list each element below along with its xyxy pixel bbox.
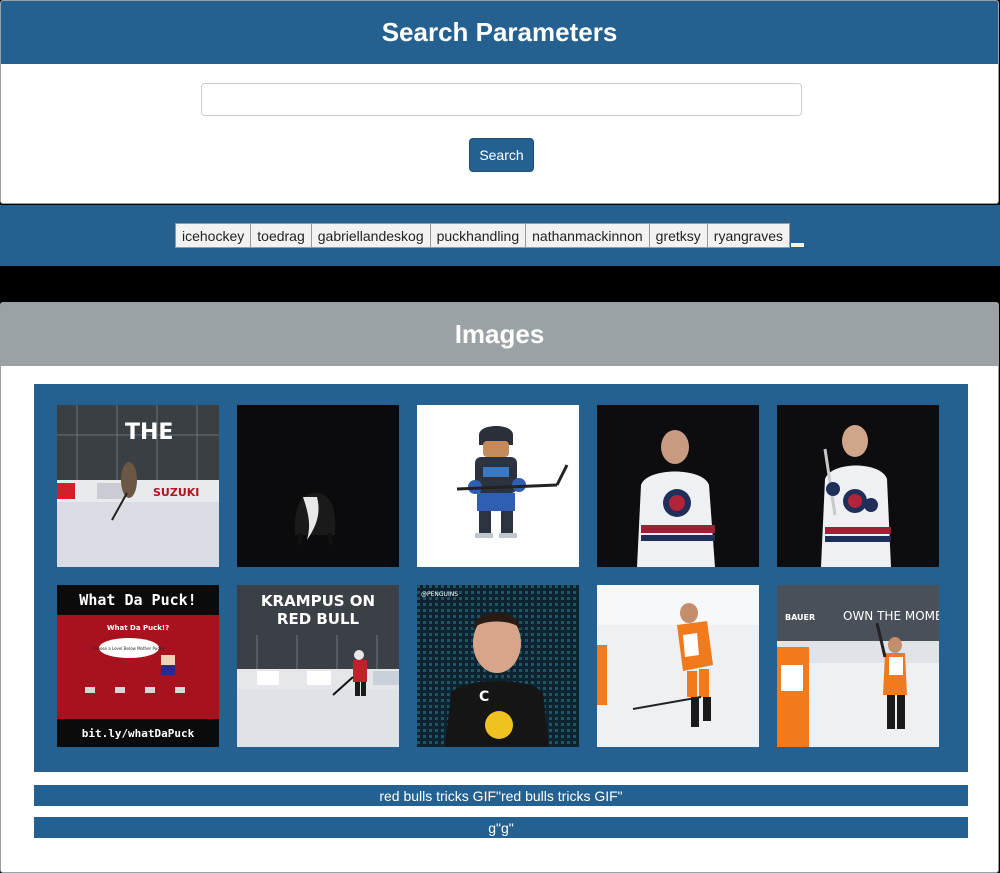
tags-bar: icehockey toedrag gabriellandeskog puckh… (0, 205, 1000, 266)
tag-gabriellandeskog[interactable]: gabriellandeskog (310, 223, 431, 248)
search-panel-title: Search Parameters (381, 17, 618, 47)
images-panel-title: Images (454, 319, 545, 349)
gif-thumbnail-player-stick[interactable] (777, 405, 939, 567)
jersey-letter: C (479, 689, 489, 705)
gif-thumbnail-rink-player[interactable]: SUZUKI THE (57, 405, 219, 567)
gif-thumbnail-penguins-player[interactable]: @PENGUINS C (417, 585, 579, 747)
overlay-text: THE (125, 420, 173, 445)
gif-caption: red bulls tricks GIF"red bulls tricks GI… (34, 785, 968, 806)
gif-thumbnail-dark-creature[interactable] (237, 405, 399, 567)
search-input[interactable] (201, 83, 802, 116)
gif-thumbnail-skater-orange[interactable] (597, 585, 759, 747)
images-panel-header: Images (1, 303, 998, 366)
krampus-title-line2: RED BULL (277, 610, 360, 628)
gif-thumbnail-krampus[interactable]: KRAMPUS ON RED BULL (237, 585, 399, 747)
gif-caption: g"g" (34, 817, 968, 838)
tag-icehockey[interactable]: icehockey (175, 223, 252, 248)
image-gallery: SUZUKI THE What Da Puck! What Da Puck!? … (34, 384, 968, 772)
krampus-title-line1: KRAMPUS ON (261, 592, 375, 610)
tag-list: icehockey toedrag gabriellandeskog puckh… (175, 223, 805, 248)
tag-toedrag[interactable]: toedrag (250, 223, 312, 248)
gif-thumbnail-cartoon-player[interactable] (417, 405, 579, 567)
bauer-text: BAUER (785, 613, 815, 622)
images-panel: Images SUZUKI THE What Da Puck! What Da … (0, 302, 999, 873)
search-panel-header: Search Parameters (1, 1, 998, 64)
game-link: bit.ly/whatDaPuck (82, 727, 195, 740)
board-ad-text: SUZUKI (153, 486, 199, 499)
game-bubble-text: Choose a Level Below Mother Pucker (92, 646, 166, 651)
tag-nathanmackinnon[interactable]: nathanmackinnon (525, 223, 650, 248)
penguins-tag: @PENGUINS (421, 591, 458, 598)
gif-thumbnail-own-the-moment[interactable]: BAUER OWN THE MOMENT (777, 585, 939, 747)
gif-thumbnail-player-jersey[interactable] (597, 405, 759, 567)
search-panel: Search Parameters Search (0, 0, 999, 204)
gif-thumbnail-what-da-puck[interactable]: What Da Puck! What Da Puck!? Choose a Le… (57, 585, 219, 747)
tag-gretksy[interactable]: gretksy (648, 223, 708, 248)
tag-puckhandling[interactable]: puckhandling (429, 223, 527, 248)
game-subtitle: What Da Puck!? (107, 624, 169, 632)
game-title: What Da Puck! (79, 591, 196, 609)
search-button[interactable]: Search (469, 138, 534, 172)
own-the-moment-text: OWN THE MOMENT (843, 609, 939, 623)
tag-ryangraves[interactable]: ryangraves (706, 223, 791, 248)
tag-empty[interactable] (791, 243, 805, 247)
